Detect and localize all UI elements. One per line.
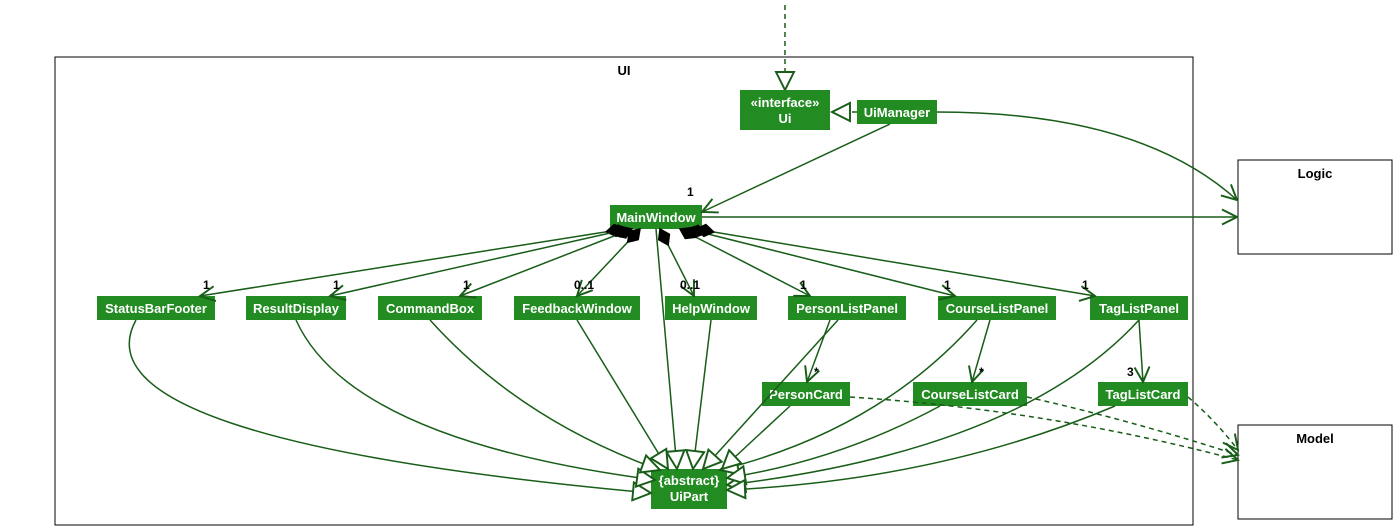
package-ui-label: UI	[618, 63, 631, 78]
mult-mw-statusbar: 1	[203, 278, 210, 292]
class-personlistpanel-label: PersonListPanel	[796, 301, 898, 316]
class-helpwindow-label: HelpWindow	[672, 301, 751, 316]
mult-tagcard: 3	[1127, 365, 1134, 379]
class-taglistpanel-label: TagListPanel	[1099, 301, 1179, 316]
edge-feedback-uipart	[577, 320, 668, 469]
class-resultdisplay-label: ResultDisplay	[253, 301, 340, 316]
edge-taglist-tagcard	[1139, 320, 1143, 382]
edge-uimanager-mainwindow	[702, 124, 890, 212]
class-mainwindow-label: MainWindow	[616, 210, 696, 225]
edge-coursecard-uipart	[727, 406, 940, 478]
class-ui-line2: Ui	[779, 111, 792, 126]
class-taglistcard-label: TagListCard	[1106, 387, 1181, 402]
mult-mw-resultdisplay: 1	[333, 278, 340, 292]
class-personcard-label: PersonCard	[769, 387, 843, 402]
mult-mw-commandbox: 1	[463, 278, 470, 292]
mult-mw-taglist: 1	[1082, 278, 1089, 292]
package-logic-label: Logic	[1298, 166, 1333, 181]
uml-diagram: UI Logic Model «interface» Ui UiManager …	[0, 0, 1398, 532]
mult-um-mw: 1	[687, 185, 694, 199]
edge-mw-courselist	[688, 229, 955, 296]
package-ui	[55, 57, 1193, 525]
class-courselistcard-label: CourseListCard	[921, 387, 1019, 402]
edge-mw-commandbox	[460, 229, 632, 296]
class-feedbackwindow-label: FeedbackWindow	[522, 301, 633, 316]
mult-mw-personlist: 1	[800, 278, 807, 292]
edge-personcard-model	[850, 397, 1238, 460]
edge-mw-statusbar	[200, 229, 624, 296]
edge-resultdisplay-uipart	[296, 320, 655, 480]
class-commandbox-label: CommandBox	[386, 301, 475, 316]
class-uimanager-label: UiManager	[864, 105, 930, 120]
mult-mw-feedback: 0..1	[574, 278, 594, 292]
mult-mw-help: 0..1	[680, 278, 700, 292]
mult-personcard: *	[814, 365, 819, 379]
mult-coursecard: *	[979, 365, 984, 379]
edge-mw-taglist	[696, 229, 1095, 296]
edge-uimanager-logic	[937, 112, 1237, 200]
edge-commandbox-uipart	[430, 320, 660, 470]
class-statusbarfooter-label: StatusBarFooter	[105, 301, 207, 316]
edge-mw-uipart	[656, 229, 677, 469]
class-ui-line1: «interface»	[751, 95, 820, 110]
class-uipart-line2: UiPart	[670, 489, 709, 504]
edge-help-uipart	[693, 320, 711, 469]
package-model-label: Model	[1296, 431, 1334, 446]
mult-mw-courselist: 1	[944, 278, 951, 292]
class-uipart-line1: {abstract}	[659, 473, 720, 488]
class-courselistpanel-label: CourseListPanel	[946, 301, 1049, 316]
